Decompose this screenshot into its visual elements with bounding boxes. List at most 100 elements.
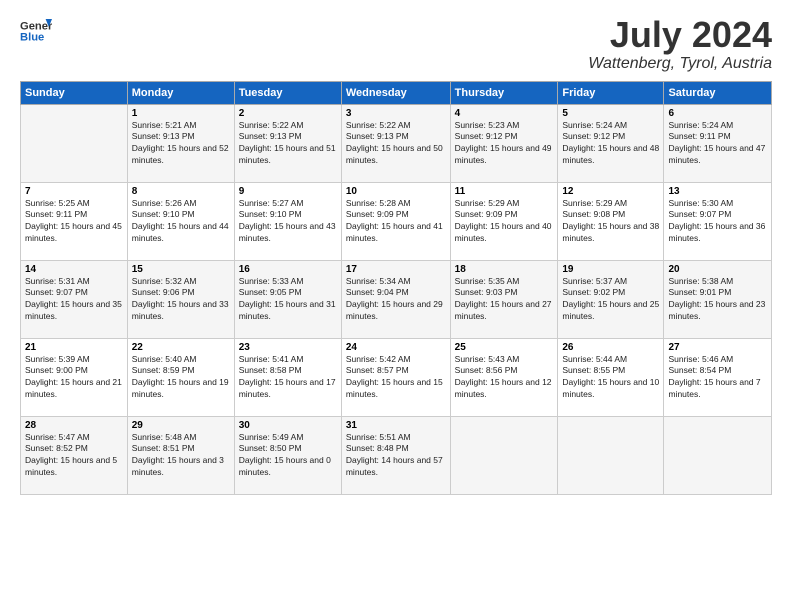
table-row [21, 104, 128, 182]
day-info: Sunrise: 5:27 AM Sunset: 9:10 PM Dayligh… [239, 198, 337, 246]
day-info: Sunrise: 5:25 AM Sunset: 9:11 PM Dayligh… [25, 198, 123, 246]
daylight-text: Daylight: 15 hours and 38 minutes. [562, 221, 659, 243]
day-info: Sunrise: 5:35 AM Sunset: 9:03 PM Dayligh… [455, 276, 554, 324]
sunset-text: Sunset: 9:13 PM [132, 131, 195, 141]
day-info: Sunrise: 5:26 AM Sunset: 9:10 PM Dayligh… [132, 198, 230, 246]
sunset-text: Sunset: 9:07 PM [25, 287, 88, 297]
table-row: 23 Sunrise: 5:41 AM Sunset: 8:58 PM Dayl… [234, 338, 341, 416]
day-info: Sunrise: 5:38 AM Sunset: 9:01 PM Dayligh… [668, 276, 767, 324]
table-row: 10 Sunrise: 5:28 AM Sunset: 9:09 PM Dayl… [341, 182, 450, 260]
daylight-text: Daylight: 15 hours and 44 minutes. [132, 221, 229, 243]
col-tuesday: Tuesday [234, 81, 341, 104]
col-friday: Friday [558, 81, 664, 104]
table-row: 16 Sunrise: 5:33 AM Sunset: 9:05 PM Dayl… [234, 260, 341, 338]
sunrise-text: Sunrise: 5:30 AM [668, 198, 733, 208]
day-info: Sunrise: 5:37 AM Sunset: 9:02 PM Dayligh… [562, 276, 659, 324]
table-row: 9 Sunrise: 5:27 AM Sunset: 9:10 PM Dayli… [234, 182, 341, 260]
sunset-text: Sunset: 9:03 PM [455, 287, 518, 297]
sunrise-text: Sunrise: 5:41 AM [239, 354, 304, 364]
month-year-title: July 2024 [588, 15, 772, 55]
day-info: Sunrise: 5:22 AM Sunset: 9:13 PM Dayligh… [239, 120, 337, 168]
daylight-text: Daylight: 15 hours and 15 minutes. [346, 377, 443, 399]
day-number: 19 [562, 264, 659, 275]
day-number: 2 [239, 108, 337, 119]
sunset-text: Sunset: 9:07 PM [668, 209, 731, 219]
table-row: 25 Sunrise: 5:43 AM Sunset: 8:56 PM Dayl… [450, 338, 558, 416]
day-number: 26 [562, 342, 659, 353]
sunset-text: Sunset: 9:01 PM [668, 287, 731, 297]
sunset-text: Sunset: 9:11 PM [25, 209, 87, 219]
day-number: 29 [132, 420, 230, 431]
day-number: 7 [25, 186, 123, 197]
day-number: 17 [346, 264, 446, 275]
day-number: 15 [132, 264, 230, 275]
sunset-text: Sunset: 9:09 PM [346, 209, 409, 219]
sunset-text: Sunset: 8:50 PM [239, 443, 302, 453]
calendar-header-row: Sunday Monday Tuesday Wednesday Thursday… [21, 81, 772, 104]
col-wednesday: Wednesday [341, 81, 450, 104]
calendar-week-row: 28 Sunrise: 5:47 AM Sunset: 8:52 PM Dayl… [21, 416, 772, 494]
sunrise-text: Sunrise: 5:42 AM [346, 354, 411, 364]
sunrise-text: Sunrise: 5:47 AM [25, 432, 90, 442]
day-number: 25 [455, 342, 554, 353]
sunrise-text: Sunrise: 5:37 AM [562, 276, 627, 286]
day-number: 6 [668, 108, 767, 119]
daylight-text: Daylight: 15 hours and 48 minutes. [562, 143, 659, 165]
table-row: 17 Sunrise: 5:34 AM Sunset: 9:04 PM Dayl… [341, 260, 450, 338]
sunrise-text: Sunrise: 5:22 AM [346, 120, 411, 130]
table-row: 1 Sunrise: 5:21 AM Sunset: 9:13 PM Dayli… [127, 104, 234, 182]
sunset-text: Sunset: 8:57 PM [346, 365, 409, 375]
day-number: 8 [132, 186, 230, 197]
day-number: 3 [346, 108, 446, 119]
sunset-text: Sunset: 8:56 PM [455, 365, 518, 375]
sunrise-text: Sunrise: 5:29 AM [455, 198, 520, 208]
day-info: Sunrise: 5:31 AM Sunset: 9:07 PM Dayligh… [25, 276, 123, 324]
sunset-text: Sunset: 9:04 PM [346, 287, 409, 297]
sunrise-text: Sunrise: 5:26 AM [132, 198, 197, 208]
day-info: Sunrise: 5:48 AM Sunset: 8:51 PM Dayligh… [132, 432, 230, 480]
sunset-text: Sunset: 9:02 PM [562, 287, 625, 297]
day-number: 28 [25, 420, 123, 431]
location-subtitle: Wattenberg, Tyrol, Austria [588, 55, 772, 73]
table-row: 5 Sunrise: 5:24 AM Sunset: 9:12 PM Dayli… [558, 104, 664, 182]
sunrise-text: Sunrise: 5:31 AM [25, 276, 90, 286]
daylight-text: Daylight: 15 hours and 19 minutes. [132, 377, 229, 399]
sunset-text: Sunset: 9:12 PM [562, 131, 625, 141]
table-row: 13 Sunrise: 5:30 AM Sunset: 9:07 PM Dayl… [664, 182, 772, 260]
daylight-text: Daylight: 15 hours and 25 minutes. [562, 299, 659, 321]
day-number: 31 [346, 420, 446, 431]
daylight-text: Daylight: 15 hours and 31 minutes. [239, 299, 336, 321]
sunrise-text: Sunrise: 5:44 AM [562, 354, 627, 364]
day-info: Sunrise: 5:47 AM Sunset: 8:52 PM Dayligh… [25, 432, 123, 480]
table-row: 18 Sunrise: 5:35 AM Sunset: 9:03 PM Dayl… [450, 260, 558, 338]
daylight-text: Daylight: 15 hours and 7 minutes. [668, 377, 760, 399]
sunset-text: Sunset: 8:59 PM [132, 365, 195, 375]
table-row: 3 Sunrise: 5:22 AM Sunset: 9:13 PM Dayli… [341, 104, 450, 182]
sunset-text: Sunset: 9:05 PM [239, 287, 302, 297]
daylight-text: Daylight: 15 hours and 27 minutes. [455, 299, 552, 321]
sunrise-text: Sunrise: 5:25 AM [25, 198, 90, 208]
sunrise-text: Sunrise: 5:51 AM [346, 432, 411, 442]
sunset-text: Sunset: 9:08 PM [562, 209, 625, 219]
table-row: 11 Sunrise: 5:29 AM Sunset: 9:09 PM Dayl… [450, 182, 558, 260]
svg-text:Blue: Blue [20, 32, 44, 44]
day-info: Sunrise: 5:22 AM Sunset: 9:13 PM Dayligh… [346, 120, 446, 168]
sunrise-text: Sunrise: 5:32 AM [132, 276, 197, 286]
table-row: 4 Sunrise: 5:23 AM Sunset: 9:12 PM Dayli… [450, 104, 558, 182]
title-block: July 2024 Wattenberg, Tyrol, Austria [588, 15, 772, 73]
table-row [450, 416, 558, 494]
day-info: Sunrise: 5:32 AM Sunset: 9:06 PM Dayligh… [132, 276, 230, 324]
daylight-text: Daylight: 15 hours and 51 minutes. [239, 143, 336, 165]
day-number: 12 [562, 186, 659, 197]
table-row: 7 Sunrise: 5:25 AM Sunset: 9:11 PM Dayli… [21, 182, 128, 260]
day-number: 16 [239, 264, 337, 275]
sunrise-text: Sunrise: 5:43 AM [455, 354, 520, 364]
calendar-page: General Blue July 2024 Wattenberg, Tyrol… [0, 0, 792, 612]
sunrise-text: Sunrise: 5:27 AM [239, 198, 304, 208]
sunset-text: Sunset: 9:10 PM [132, 209, 195, 219]
sunrise-text: Sunrise: 5:24 AM [562, 120, 627, 130]
sunset-text: Sunset: 8:58 PM [239, 365, 302, 375]
day-number: 13 [668, 186, 767, 197]
daylight-text: Daylight: 15 hours and 45 minutes. [25, 221, 122, 243]
calendar-table: Sunday Monday Tuesday Wednesday Thursday… [20, 81, 772, 495]
